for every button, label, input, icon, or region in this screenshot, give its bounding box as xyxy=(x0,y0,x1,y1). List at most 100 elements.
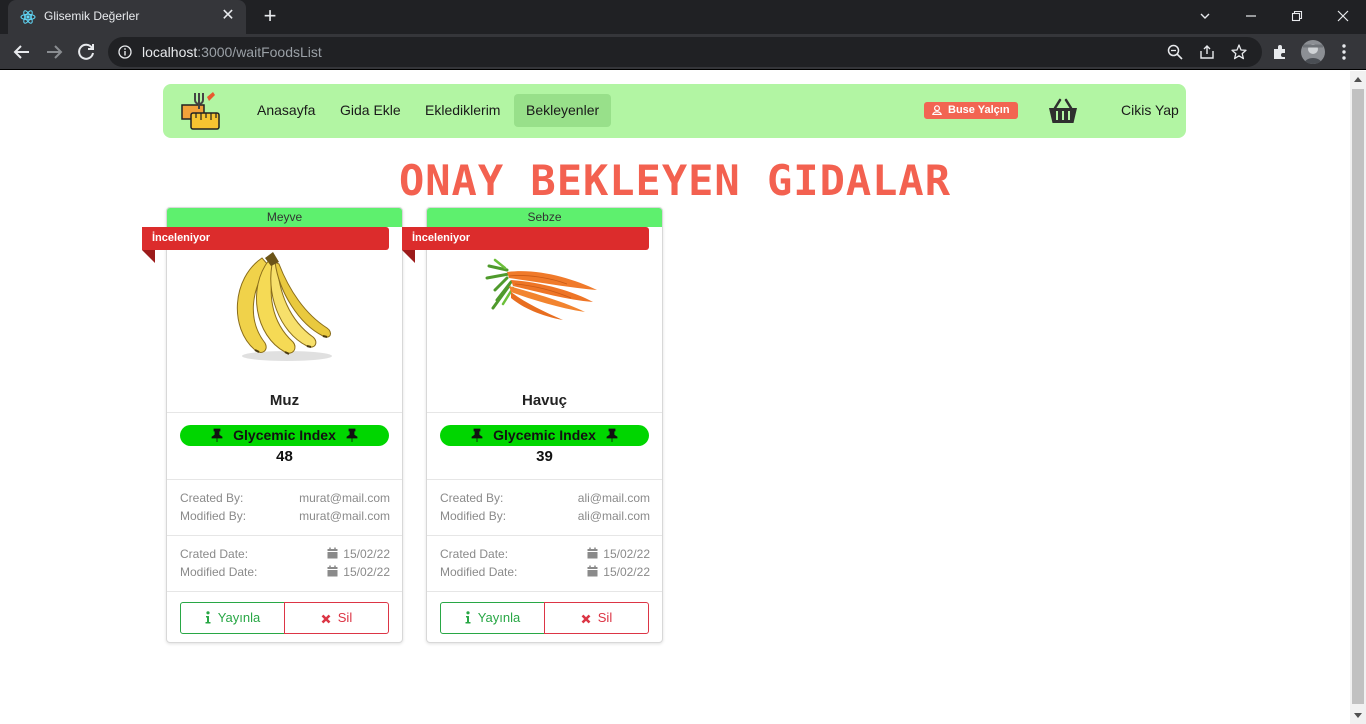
created-date-text: 15/02/22 xyxy=(603,547,650,561)
bookmark-star-icon[interactable] xyxy=(1230,43,1248,61)
created-date-label: Crated Date: xyxy=(440,547,509,561)
menu-kebab-icon[interactable] xyxy=(1334,42,1354,62)
page-viewport: Anasayfa Gida Ekle Eklediklerim Bekleyen… xyxy=(0,71,1350,724)
divider xyxy=(427,591,662,592)
app-logo-icon[interactable] xyxy=(179,89,223,133)
url-host: localhost xyxy=(142,44,198,60)
banana-image xyxy=(236,252,332,361)
new-tab-button[interactable]: + xyxy=(258,5,282,29)
chevron-down-icon xyxy=(1200,13,1210,19)
category-header: Meyve xyxy=(167,208,402,227)
glycemic-index-bar: Glycemic Index xyxy=(180,425,389,446)
scroll-up-arrow-icon[interactable] xyxy=(1354,77,1362,82)
thumbtack-icon xyxy=(211,428,223,442)
url-text[interactable]: localhost:3000/waitFoodsList xyxy=(142,44,322,60)
browser-toolbar: localhost:3000/waitFoodsList xyxy=(0,34,1366,70)
divider xyxy=(167,535,402,536)
category-header: Sebze xyxy=(427,208,662,227)
page-title: ONAY BEKLEYEN GIDALAR xyxy=(398,156,951,205)
delete-button[interactable]: Sil xyxy=(284,602,389,634)
created-date-value: 15/02/22 xyxy=(327,547,390,561)
food-name: Havuç xyxy=(521,392,568,409)
vertical-scrollbar[interactable] xyxy=(1350,71,1366,724)
modified-by-label: Modified By: xyxy=(440,509,507,523)
calendar-icon xyxy=(587,565,598,577)
divider xyxy=(427,535,662,536)
calendar-icon xyxy=(587,547,598,559)
profile-avatar[interactable] xyxy=(1301,40,1325,64)
delete-label: Sil xyxy=(337,610,353,625)
publish-button[interactable]: Yayınla xyxy=(180,602,285,634)
address-bar[interactable]: localhost:3000/waitFoodsList xyxy=(108,37,1262,67)
modified-date-text: 15/02/22 xyxy=(603,565,650,579)
back-button[interactable] xyxy=(8,38,36,66)
glycemic-index-bar: Glycemic Index xyxy=(440,425,649,446)
status-ribbon: İnceleniyor xyxy=(402,227,649,250)
food-name: Muz xyxy=(269,392,300,409)
thumbtack-icon xyxy=(346,428,358,442)
carrot-image xyxy=(485,258,597,320)
tab-search-button[interactable] xyxy=(1182,0,1228,32)
arrow-left-icon xyxy=(13,45,29,59)
tab-close-icon[interactable]: ✕ xyxy=(218,6,238,26)
forward-button[interactable] xyxy=(40,38,68,66)
browser-title-bar: Glisemik Değerler ✕ + xyxy=(0,0,1366,34)
react-icon xyxy=(20,10,36,24)
navbar: Anasayfa Gida Ekle Eklediklerim Bekleyen… xyxy=(163,84,1186,138)
restore-button[interactable] xyxy=(1274,0,1320,32)
created-by-label: Created By: xyxy=(180,491,244,505)
publish-label: Yayınla xyxy=(477,610,521,625)
user-name: Buse Yalçın xyxy=(948,104,1010,116)
food-card: Sebze İnceleniyor Havuç Glycemic Index 3… xyxy=(402,207,663,643)
created-date-text: 15/02/22 xyxy=(343,547,390,561)
created-by-value: murat@mail.com xyxy=(299,491,390,505)
publish-button[interactable]: Yayınla xyxy=(440,602,545,634)
created-by-value: ali@mail.com xyxy=(577,491,650,505)
scroll-down-arrow-icon[interactable] xyxy=(1354,713,1362,718)
minimize-button[interactable] xyxy=(1228,0,1274,32)
nav-item-pending[interactable]: Bekleyenler xyxy=(514,94,612,127)
status-ribbon: İnceleniyor xyxy=(142,227,389,250)
nav-item-add-food[interactable]: Gida Ekle xyxy=(328,94,413,127)
scrollbar-thumb[interactable] xyxy=(1352,89,1364,704)
extensions-puzzle-icon[interactable] xyxy=(1270,42,1290,62)
delete-label: Sil xyxy=(597,610,613,625)
glycemic-index-label: Glycemic Index xyxy=(233,427,336,443)
food-card: Meyve İnceleniyor Muz Glycemic Index 48 … xyxy=(142,207,403,643)
modified-date-label: Modified Date: xyxy=(440,565,518,579)
arrow-right-icon xyxy=(47,45,63,59)
ribbon-fold xyxy=(142,250,155,263)
user-badge[interactable]: Buse Yalçın xyxy=(924,102,1018,119)
reload-button[interactable] xyxy=(72,38,100,66)
nav-item-home[interactable]: Anasayfa xyxy=(245,94,327,127)
info-icon xyxy=(205,611,211,624)
glycemic-index-label: Glycemic Index xyxy=(493,427,596,443)
close-window-button[interactable] xyxy=(1320,0,1366,32)
info-icon xyxy=(465,611,471,624)
logout-link[interactable]: Cikis Yap xyxy=(1109,94,1191,127)
close-icon xyxy=(1337,10,1349,22)
created-date-value: 15/02/22 xyxy=(587,547,650,561)
restore-icon xyxy=(1291,10,1303,22)
delete-button[interactable]: Sil xyxy=(544,602,649,634)
reload-icon xyxy=(78,43,94,60)
calendar-icon xyxy=(327,565,338,577)
info-icon[interactable] xyxy=(118,45,132,59)
user-icon xyxy=(932,105,942,116)
glycemic-index-value: 48 xyxy=(276,448,293,465)
nav-item-my-additions[interactable]: Eklediklerim xyxy=(413,94,512,127)
basket-icon[interactable] xyxy=(1047,98,1079,124)
modified-by-label: Modified By: xyxy=(180,509,247,523)
zoom-icon[interactable] xyxy=(1166,43,1184,61)
browser-tab[interactable]: Glisemik Değerler ✕ xyxy=(8,0,246,34)
modified-by-value: murat@mail.com xyxy=(299,509,390,523)
tab-title: Glisemik Değerler xyxy=(44,9,140,23)
divider xyxy=(427,412,662,413)
times-icon xyxy=(581,614,591,624)
divider xyxy=(167,591,402,592)
modified-date-value: 15/02/22 xyxy=(327,565,390,579)
modified-date-label: Modified Date: xyxy=(180,565,258,579)
modified-by-value: ali@mail.com xyxy=(577,509,650,523)
share-icon[interactable] xyxy=(1198,43,1216,61)
modified-date-text: 15/02/22 xyxy=(343,565,390,579)
